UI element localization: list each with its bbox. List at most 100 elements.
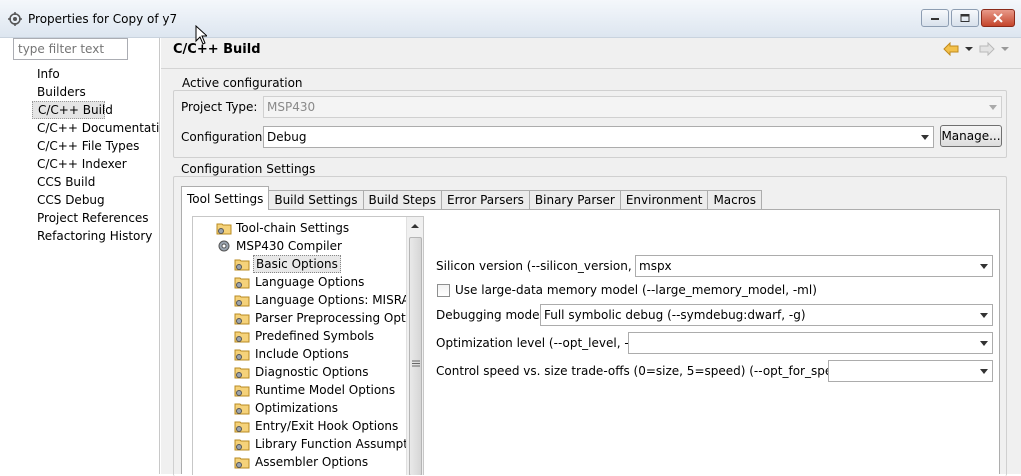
back-arrow-icon[interactable]: [943, 42, 959, 56]
tree-item-predefined-symbols[interactable]: Predefined Symbols: [193, 327, 406, 345]
tree-item-label: Parser Preprocessing Option: [255, 311, 424, 325]
folder-gear-icon: [234, 439, 250, 451]
manage-button[interactable]: Manage...: [940, 125, 1002, 147]
nav-item-cpp-file-types[interactable]: C/C++ File Types: [32, 137, 160, 155]
nav-item-cpp-build[interactable]: C/C++ Build: [32, 101, 113, 119]
large-data-checkbox[interactable]: [437, 284, 450, 297]
folder-gear-icon: [216, 223, 232, 235]
tab-macros[interactable]: Macros: [707, 190, 763, 210]
active-config-group-label: Active configuration: [181, 76, 304, 90]
tree-item-diagnostic-options[interactable]: Diagnostic Options: [193, 363, 406, 381]
scroll-up-arrow-icon[interactable]: [411, 223, 419, 229]
folder-gear-icon: [234, 277, 250, 289]
tree-item-assembler-options[interactable]: Assembler Options: [193, 453, 406, 471]
project-type-combo: MSP430: [263, 96, 1002, 118]
app-icon: [8, 12, 22, 26]
tree-item-entry-exit-hook-options[interactable]: Entry/Exit Hook Options: [193, 417, 406, 435]
tree-item-label: Optimizations: [255, 401, 339, 415]
folder-gear-icon: [234, 403, 250, 415]
chevron-down-icon: [980, 341, 988, 346]
mouse-cursor-icon: [195, 25, 207, 45]
tab-binary-parser[interactable]: Binary Parser: [528, 190, 621, 210]
tree-item-optimizations[interactable]: Optimizations: [193, 399, 406, 417]
speed-tradeoff-select[interactable]: [828, 360, 993, 382]
chevron-down-icon: [980, 264, 988, 269]
silicon-version-select[interactable]: mspx: [635, 255, 993, 277]
forward-menu-chevron-down-icon: [1001, 47, 1009, 51]
close-icon: [993, 13, 1003, 23]
tab-build-settings[interactable]: Build Settings: [268, 190, 364, 210]
nav-item-ccs-build[interactable]: CCS Build: [32, 173, 160, 191]
folder-gear-icon: [234, 259, 250, 271]
settings-tabs: Tool Settings Build Settings Build Steps…: [181, 186, 763, 210]
maximize-button[interactable]: [951, 9, 979, 27]
project-type-value: MSP430: [267, 100, 316, 114]
silicon-version-value: mspx: [639, 259, 672, 273]
tab-environment[interactable]: Environment: [619, 190, 709, 210]
grip-icon: [412, 360, 420, 367]
window-title: Properties for Copy of y7: [28, 12, 178, 26]
configuration-label: Configuration:: [181, 130, 267, 144]
tree-item-label: Library Function Assumption: [255, 437, 424, 451]
tree-item-label: Predefined Symbols: [255, 329, 375, 343]
property-page: C/C++ Build Active configuration Project…: [161, 38, 1021, 476]
tree-item-parser-preprocessing[interactable]: Parser Preprocessing Option: [193, 309, 423, 327]
debugging-model-value: Full symbolic debug (--symdebug:dwarf, -…: [544, 308, 806, 322]
tree-item-label: Language Options: [255, 275, 365, 289]
nav-item-ccs-debug[interactable]: CCS Debug: [32, 191, 160, 209]
tree-item-tool-chain-settings[interactable]: Tool-chain Settings: [193, 219, 406, 237]
maximize-icon: [960, 14, 970, 22]
tree-item-library-function-assumptions[interactable]: Library Function Assumption: [193, 435, 423, 453]
nav-item-cpp-indexer[interactable]: C/C++ Indexer: [32, 155, 160, 173]
folder-gear-icon: [234, 367, 250, 379]
folder-gear-icon: [234, 457, 250, 469]
tree-item-label: Language Options: MISRA R: [255, 293, 422, 307]
chevron-down-icon: [921, 135, 929, 140]
debugging-model-select[interactable]: Full symbolic debug (--symdebug:dwarf, -…: [540, 304, 993, 326]
configuration-select[interactable]: Debug: [263, 126, 934, 148]
chevron-down-icon: [980, 369, 988, 374]
property-nav-list: Info Builders C/C++ Build C/C++ Document…: [32, 65, 160, 245]
tool-settings-panel: Tool-chain Settings MSP430 Compiler Basi…: [181, 209, 1000, 475]
tree-item-label: Basic Options: [253, 255, 341, 273]
tab-tool-settings[interactable]: Tool Settings: [181, 186, 270, 210]
tab-build-steps[interactable]: Build Steps: [362, 190, 443, 210]
tree-item-label: Entry/Exit Hook Options: [255, 419, 399, 433]
tree-item-language-options[interactable]: Language Options: [193, 273, 406, 291]
tree-item-language-options-misra[interactable]: Language Options: MISRA R: [193, 291, 422, 309]
tool-settings-tree: Tool-chain Settings MSP430 Compiler Basi…: [192, 216, 424, 475]
tree-scrollbar-thumb[interactable]: [409, 237, 422, 475]
tree-item-label: Assembler Options: [255, 455, 369, 469]
nav-item-info[interactable]: Info: [32, 65, 160, 83]
optimization-level-select[interactable]: [628, 332, 993, 354]
chevron-down-icon: [989, 105, 997, 110]
optimization-level-label: Optimization level (--opt_level, -O): [436, 336, 644, 350]
tree-vertical-scrollbar[interactable]: [406, 217, 423, 475]
nav-item-builders[interactable]: Builders: [32, 83, 160, 101]
tree-item-include-options[interactable]: Include Options: [193, 345, 406, 363]
folder-gear-icon: [234, 295, 250, 307]
gear-icon: [218, 240, 230, 252]
folder-gear-icon: [234, 421, 250, 433]
back-menu-chevron-down-icon[interactable]: [965, 46, 973, 52]
debugging-model-label: Debugging model: [436, 308, 543, 322]
tree-item-label: Diagnostic Options: [255, 365, 369, 379]
filter-input[interactable]: [13, 38, 128, 60]
tree-item-basic-options[interactable]: Basic Options: [193, 255, 406, 273]
nav-item-cpp-documentation[interactable]: C/C++ Documentation: [32, 119, 160, 137]
tree-item-runtime-model-options[interactable]: Runtime Model Options: [193, 381, 406, 399]
header-divider: [161, 68, 1021, 69]
folder-gear-icon: [234, 313, 250, 325]
tree-item-msp430-compiler[interactable]: MSP430 Compiler: [193, 237, 406, 255]
tree-item-label: Tool-chain Settings: [236, 221, 350, 235]
title-bar: Properties for Copy of y7: [0, 0, 1021, 38]
tree-item-label: Include Options: [255, 347, 349, 361]
tab-error-parsers[interactable]: Error Parsers: [441, 190, 530, 210]
nav-item-project-references[interactable]: Project References: [32, 209, 160, 227]
minimize-icon: [931, 18, 939, 20]
minimize-button[interactable]: [921, 9, 949, 27]
silicon-version-label: Silicon version (--silicon_version, -v): [436, 259, 652, 273]
close-button[interactable]: [981, 9, 1015, 27]
tree-item-label: Runtime Model Options: [255, 383, 396, 397]
nav-item-refactoring-history[interactable]: Refactoring History: [32, 227, 160, 245]
